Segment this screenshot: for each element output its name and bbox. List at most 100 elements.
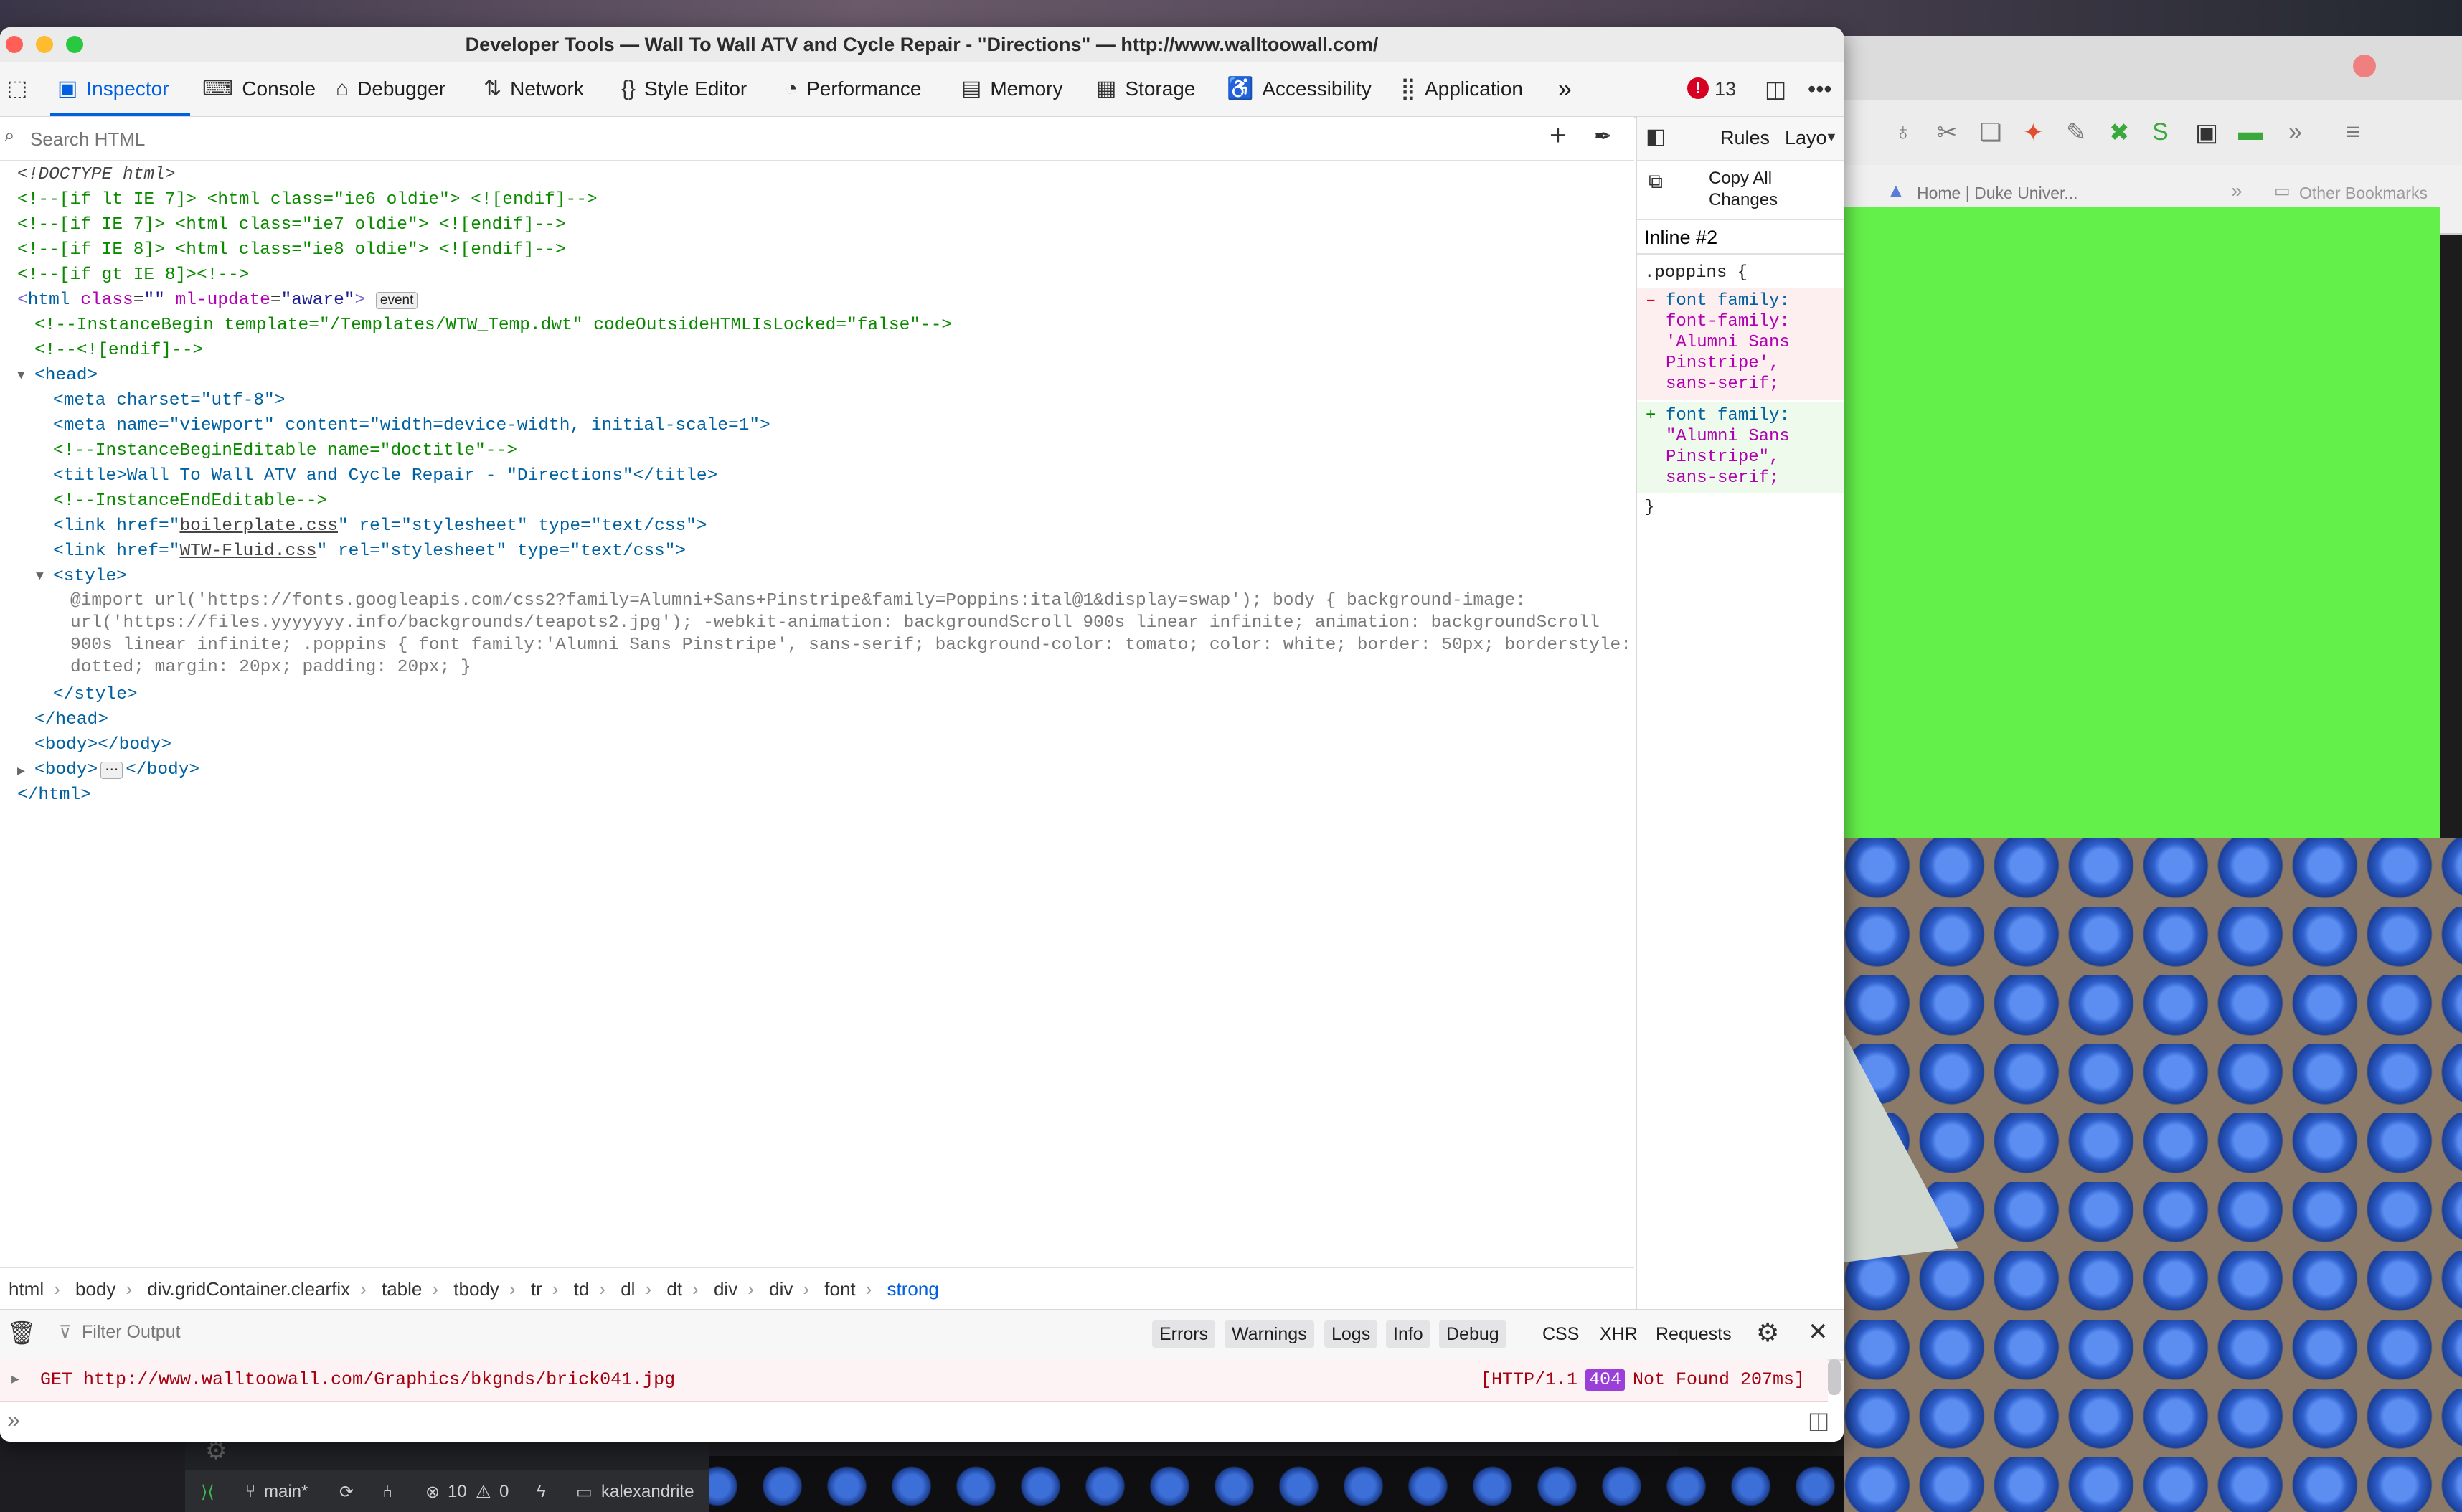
- filter-warnings-button[interactable]: Warnings: [1225, 1320, 1314, 1348]
- markup-node-link[interactable]: <link href="boilerplate.css" rel="styles…: [53, 514, 707, 539]
- markup-node-meta[interactable]: <meta charset="utf-8">: [53, 389, 285, 413]
- request-url[interactable]: http://www.walltoowall.com/Graphics/bkgn…: [83, 1359, 675, 1401]
- editor-mode-icon[interactable]: ◫: [1808, 1407, 1829, 1434]
- breadcrumb-item[interactable]: div: [769, 1278, 793, 1300]
- markup-node-comment[interactable]: <!--InstanceBegin template="/Templates/W…: [34, 313, 952, 338]
- css-selector[interactable]: .poppins {: [1644, 263, 1748, 283]
- add-node-icon[interactable]: +: [1550, 120, 1566, 152]
- console-scrollbar[interactable]: [1828, 1359, 1841, 1395]
- filter-requests-button[interactable]: Requests: [1649, 1320, 1739, 1348]
- extension-icon[interactable]: ✦: [2023, 118, 2044, 147]
- console-error-message[interactable]: ▶ GET http://www.walltoowall.com/Graphic…: [0, 1359, 1828, 1402]
- extension-icon[interactable]: ♁: [1894, 118, 1912, 146]
- tab-style-editor[interactable]: {} Style Editor: [621, 62, 747, 116]
- error-count[interactable]: 13: [1715, 62, 1736, 116]
- tab-network[interactable]: ⇅ Network: [484, 62, 584, 116]
- copy-all-changes-button[interactable]: ⧉ Copy All Changes: [1637, 161, 1844, 220]
- filter-css-button[interactable]: CSS: [1535, 1320, 1586, 1348]
- markup-node-head[interactable]: <head>: [34, 364, 98, 388]
- breadcrumb-item[interactable]: dl: [621, 1278, 635, 1300]
- breadcrumb-item[interactable]: td: [574, 1278, 590, 1300]
- stylesheet-link[interactable]: WTW-Fluid.css: [179, 542, 316, 561]
- markup-node-meta[interactable]: <meta name="viewport" content="width=dev…: [53, 414, 770, 438]
- breadcrumb-item[interactable]: dt: [666, 1278, 682, 1300]
- lightning-icon[interactable]: ϟ: [537, 1482, 546, 1502]
- toggle-sidebar-icon[interactable]: ◧: [1646, 124, 1666, 149]
- style-text[interactable]: 900s linear infinite; .poppins { font fa…: [70, 634, 1631, 658]
- breadcrumb-item[interactable]: table: [382, 1278, 422, 1300]
- filter-debug-button[interactable]: Debug: [1439, 1320, 1506, 1348]
- bookmark-folder-other[interactable]: Other Bookmarks: [2299, 184, 2428, 203]
- filter-logs-button[interactable]: Logs: [1324, 1320, 1378, 1348]
- error-count[interactable]: 10: [448, 1482, 467, 1502]
- filter-xhr-button[interactable]: XHR: [1593, 1320, 1645, 1348]
- style-text[interactable]: dotted; margin: 20px; padding: 20px; }: [70, 656, 471, 681]
- breadcrumb-item[interactable]: tbody: [453, 1278, 499, 1300]
- overflow-chevron-icon[interactable]: »: [2288, 118, 2302, 146]
- console-input[interactable]: » ◫: [0, 1402, 1844, 1442]
- tab-storage[interactable]: ▦ Storage: [1096, 62, 1195, 116]
- tab-layout[interactable]: Layo: [1785, 127, 1827, 149]
- tab-inspector[interactable]: ▣ Inspector: [57, 62, 169, 116]
- breadcrumb-item[interactable]: body: [75, 1278, 115, 1300]
- markup-node-link[interactable]: <link href="WTW-Fluid.css" rel="styleshe…: [53, 539, 686, 564]
- markup-node-comment[interactable]: <!--InstanceBeginEditable name="doctitle…: [53, 439, 517, 463]
- workspace-folder[interactable]: kalexandrite: [601, 1482, 694, 1502]
- tab-memory[interactable]: ▤ Memory: [961, 62, 1062, 116]
- tab-debugger[interactable]: ⌂ Debugger: [336, 62, 445, 116]
- search-html-input[interactable]: [29, 126, 1395, 153]
- expand-twisty-icon[interactable]: ▼: [36, 570, 44, 584]
- markup-node-html[interactable]: <html class="" ml-update="aware"> event: [17, 288, 418, 313]
- breadcrumb-item[interactable]: div.gridContainer.clearfix: [147, 1278, 350, 1300]
- extension-icon[interactable]: ▣: [2195, 118, 2218, 147]
- markup-node-comment[interactable]: <!--[if IE 8]> <html class="ie8 oldie"> …: [17, 238, 566, 263]
- warning-count[interactable]: 0: [499, 1482, 509, 1502]
- more-options-icon[interactable]: •••: [1808, 62, 1832, 116]
- markup-node-body[interactable]: <body> ⋯ </body>: [34, 758, 199, 783]
- markup-node-title[interactable]: <title>Wall To Wall ATV and Cycle Repair…: [53, 464, 717, 488]
- tab-console[interactable]: ⌨ Console: [202, 62, 316, 116]
- markup-node-comment[interactable]: <!--[if lt IE 7]> <html class="ie6 oldie…: [17, 188, 598, 212]
- markup-node-comment[interactable]: <!--<![endif]-->: [34, 339, 203, 363]
- console-settings-gear-icon[interactable]: ⚙: [1756, 1318, 1779, 1348]
- remote-icon[interactable]: ⟩⟨: [201, 1482, 214, 1503]
- breadcrumb-item-current[interactable]: strong: [887, 1278, 939, 1300]
- markup-node-style-close[interactable]: </style>: [53, 683, 138, 707]
- close-window-button[interactable]: [6, 36, 23, 53]
- breadcrumb-item[interactable]: tr: [531, 1278, 542, 1300]
- expand-twisty-icon[interactable]: ▼: [17, 369, 25, 383]
- clear-console-icon[interactable]: 🗑: [7, 1319, 37, 1346]
- markup-node-html-close[interactable]: </html>: [17, 783, 91, 808]
- pick-element-icon[interactable]: ⬚: [7, 62, 36, 116]
- tab-application[interactable]: ⣿ Application: [1400, 62, 1523, 116]
- extension-icon[interactable]: ✎: [2066, 118, 2087, 147]
- filter-errors-button[interactable]: Errors: [1152, 1320, 1216, 1348]
- extension-icon[interactable]: ✂: [1937, 118, 1958, 147]
- markup-node-style[interactable]: <style>: [53, 564, 127, 589]
- event-badge[interactable]: event: [375, 292, 418, 309]
- breadcrumb-item[interactable]: html: [9, 1278, 44, 1300]
- dock-side-icon[interactable]: ◫: [1765, 62, 1786, 116]
- minimize-window-button[interactable]: [36, 36, 53, 53]
- breadcrumb-item[interactable]: font: [824, 1278, 855, 1300]
- extension-icon[interactable]: ✖: [2109, 118, 2130, 147]
- extension-icon[interactable]: ❏: [1980, 118, 2001, 147]
- tab-accessibility[interactable]: ♿ Accessibility: [1227, 62, 1372, 116]
- pocket-icon[interactable]: [2353, 55, 2376, 77]
- expand-message-icon[interactable]: ▶: [11, 1359, 19, 1401]
- filter-output-input[interactable]: Filter Output: [82, 1322, 181, 1343]
- chevron-down-icon[interactable]: ▼: [1825, 130, 1838, 145]
- breadcrumb-item[interactable]: div: [714, 1278, 737, 1300]
- more-tabs-chevron-icon[interactable]: »: [1558, 62, 1572, 116]
- markup-node-comment[interactable]: <!--[if IE 7]> <html class="ie7 oldie"> …: [17, 213, 566, 237]
- extension-icon[interactable]: ▬: [2238, 118, 2263, 146]
- branch-label[interactable]: main*: [264, 1482, 308, 1502]
- markup-node-head-close[interactable]: </head>: [34, 708, 108, 732]
- inline-source-label[interactable]: Inline #2: [1637, 220, 1844, 255]
- tab-rules[interactable]: Rules: [1720, 127, 1770, 149]
- filter-info-button[interactable]: Info: [1386, 1320, 1430, 1348]
- tab-performance[interactable]: ◔ Performance: [785, 62, 921, 116]
- style-text[interactable]: @import url('https://fonts.googleapis.co…: [70, 590, 1526, 614]
- menu-icon[interactable]: ≡: [2346, 118, 2360, 146]
- collapse-twisty-icon[interactable]: ▶: [17, 763, 25, 779]
